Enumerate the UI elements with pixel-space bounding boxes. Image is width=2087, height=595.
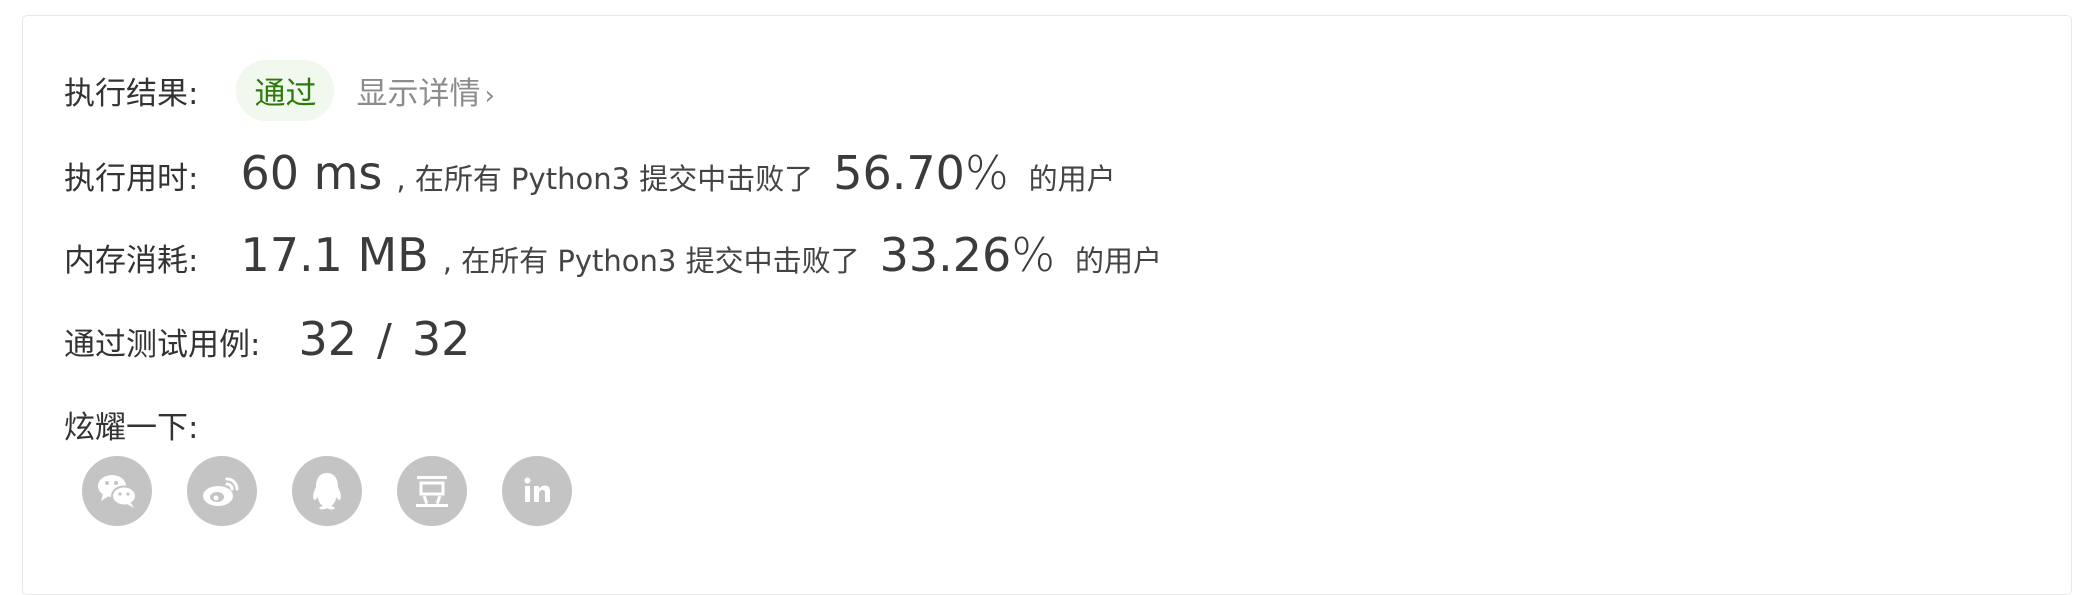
memory-value: 17.1 MB [240,228,429,282]
testcases-row: 通过测试用例: 32 / 32 [64,312,470,366]
result-label: 执行结果: [64,76,199,112]
runtime-label: 执行用时: [64,161,199,197]
linkedin-icon[interactable] [502,456,572,526]
wechat-icon[interactable] [82,456,152,526]
show-details-link[interactable]: 显示详情 › [356,68,494,113]
share-buttons [82,456,607,526]
testcases-passed: 32 [298,312,357,366]
runtime-percent: 56.70 [833,146,965,200]
runtime-percent-sign: % [964,146,1009,200]
memory-percent-sign: % [1011,228,1056,282]
share-label: 炫耀一下: [64,410,199,446]
douban-icon[interactable] [397,456,467,526]
runtime-beat-text: , 在所有 Python3 提交中击败了 [396,162,814,196]
testcases-separator: / [377,315,392,366]
memory-suffix: 的用户 [1075,244,1163,278]
runtime-row: 执行用时: 60 ms , 在所有 Python3 提交中击败了 56.70 %… [64,146,1116,200]
runtime-value: 60 ms [240,146,383,200]
result-row: 执行结果: 通过 显示详情 › [64,60,495,121]
memory-beat-text: , 在所有 Python3 提交中击败了 [442,244,860,278]
show-details-label: 显示详情 [356,76,481,112]
status-badge: 通过 [236,60,335,121]
runtime-suffix: 的用户 [1028,162,1116,196]
weibo-icon[interactable] [187,456,257,526]
share-row-label: 炫耀一下: [64,402,198,447]
testcases-label: 通过测试用例: [64,327,261,363]
memory-percent: 33.26 [879,228,1012,282]
memory-row: 内存消耗: 17.1 MB , 在所有 Python3 提交中击败了 33.26… [64,228,1162,282]
chevron-right-icon: › [484,81,495,111]
memory-label: 内存消耗: [64,243,199,279]
testcases-total: 32 [411,312,471,366]
qq-icon[interactable] [292,456,362,526]
